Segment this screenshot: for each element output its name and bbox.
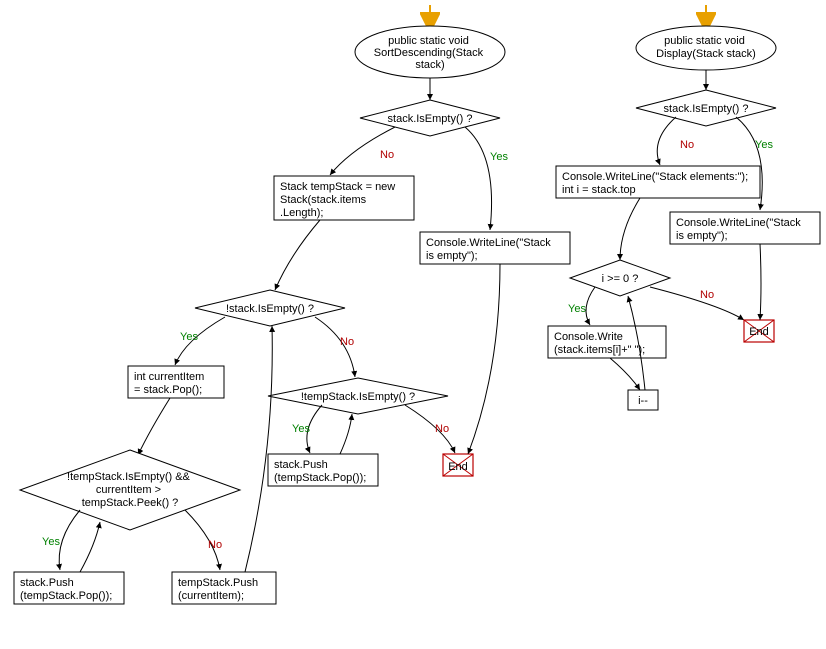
svg-text:End: End: [749, 326, 769, 338]
process-text: int currentItem = stack.Pop();: [134, 371, 207, 396]
edge: [610, 358, 640, 390]
decision-text: !stack.IsEmpty() ?: [226, 303, 314, 315]
edge-label-yes: Yes: [568, 303, 586, 315]
decision-text: !tempStack.IsEmpty() ?: [301, 391, 415, 403]
decision-text: stack.IsEmpty() ?: [388, 113, 473, 125]
edge: [760, 244, 761, 320]
edge-label-yes: Yes: [755, 139, 773, 151]
edge-label-yes: Yes: [490, 151, 508, 163]
edge-label-no: No: [208, 539, 222, 551]
flowchart-canvas: public static void SortDescending(Stack …: [0, 0, 826, 649]
edge-label-no: No: [340, 336, 354, 348]
decision-text: i >= 0 ?: [602, 273, 639, 285]
edge-label-no: No: [700, 289, 714, 301]
edge: [468, 264, 500, 454]
edge: [275, 220, 320, 290]
edge: [80, 522, 100, 572]
edge-label-yes: Yes: [180, 331, 198, 343]
edge-label-yes: Yes: [292, 423, 310, 435]
end-node-sort: End: [443, 454, 473, 476]
edge: [586, 287, 595, 325]
edge: [657, 117, 676, 165]
edge: [650, 287, 744, 320]
edge: [340, 414, 352, 454]
svg-text:End: End: [448, 461, 468, 473]
edge: [138, 398, 170, 455]
edge: [465, 127, 492, 230]
start-text-display: public static void Display(Stack stack): [656, 35, 756, 60]
edge: [245, 326, 272, 572]
edge-label-yes: Yes: [42, 536, 60, 548]
edge-label-no: No: [435, 423, 449, 435]
edge: [59, 510, 80, 570]
edge: [620, 198, 640, 260]
decision-text: stack.IsEmpty() ?: [664, 103, 749, 115]
edge-label-no: No: [380, 149, 394, 161]
end-node-display: End: [744, 320, 774, 342]
edge-label-no: No: [680, 139, 694, 151]
process-text: i--: [638, 395, 648, 407]
